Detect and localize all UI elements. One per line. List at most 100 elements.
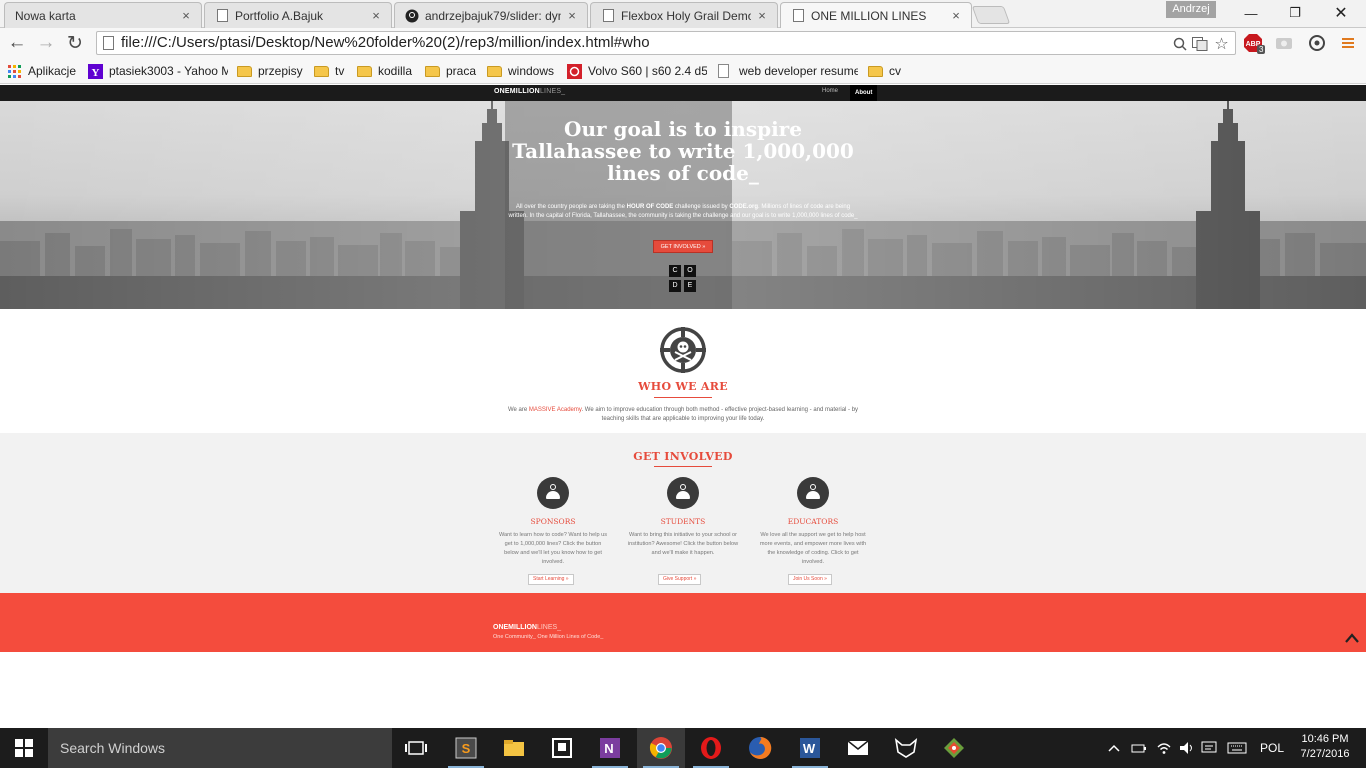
nav-link-home[interactable]: Home (822, 88, 838, 94)
tab-close-button[interactable]: × (565, 8, 579, 23)
bookmark-folder-praca[interactable]: praca (425, 62, 476, 80)
keyboard-icon[interactable] (1224, 728, 1250, 768)
tab-github-slider[interactable]: andrzejbajuk79/slider: dyn × (394, 2, 588, 28)
who-we-are-text: We are MASSIVE Academy. We aim to improv… (498, 406, 868, 424)
join-us-soon-button[interactable]: Join Us Soon » (788, 574, 832, 585)
tab-title: Nowa karta (15, 8, 76, 23)
word-icon[interactable]: W (786, 728, 834, 768)
chevron-up-icon[interactable] (1344, 631, 1360, 645)
page-icon (791, 9, 805, 23)
educators-description: We love all the support we get to help h… (759, 532, 867, 565)
bookmark-label: praca (446, 64, 477, 78)
tab-close-button[interactable]: × (369, 8, 383, 23)
chrome-icon[interactable] (637, 728, 685, 768)
new-tab-button[interactable] (971, 6, 1011, 24)
get-involved-button[interactable]: GET INVOLVED » (653, 240, 713, 253)
give-support-button[interactable]: Give Support » (658, 574, 702, 585)
taskbar-search-box[interactable]: Search Windows (48, 728, 392, 768)
bookmark-volvo[interactable]: Volvo S60 | s60 2.4 d5 (567, 62, 707, 80)
bookmark-yahoo[interactable]: Y ptasiek3003 - Yahoo M (88, 62, 228, 80)
svg-text:W: W (803, 741, 816, 756)
tab-one-million-lines[interactable]: ONE MILLION LINES × (780, 2, 972, 28)
bookmark-apps[interactable]: Aplikacje (7, 62, 76, 80)
who-we-are-section: WHO WE ARE We are MASSIVE Academy. We ai… (0, 309, 1366, 433)
nav-link-about[interactable]: About (850, 85, 878, 101)
bookmark-folder-przepisy[interactable]: przepisy (237, 62, 303, 80)
git-icon[interactable] (930, 728, 978, 768)
bookmark-folder-tv[interactable]: tv (314, 62, 344, 80)
task-view-icon[interactable] (392, 728, 440, 768)
tab-close-button[interactable]: × (755, 8, 769, 23)
profile-name[interactable]: Andrzej (1166, 1, 1216, 18)
bookmark-label: Volvo S60 | s60 2.4 d5 (588, 64, 707, 78)
tab-new-tab[interactable]: Nowa karta × (4, 2, 202, 28)
who-text-part: We are (507, 407, 529, 413)
bookmark-folder-cv[interactable]: cv (868, 62, 901, 80)
site-logo[interactable]: ONEMILLIONLINES_ (494, 88, 565, 95)
page-viewport: ONEMILLIONLINES_ Home About Our goal is … (0, 85, 1366, 728)
start-learning-button[interactable]: Start Learning » (528, 574, 574, 585)
volume-icon[interactable] (1177, 728, 1197, 768)
massive-academy-link[interactable]: MASSIVE Academy (529, 407, 582, 413)
folder-icon (237, 65, 252, 77)
sublime-text-icon[interactable]: S (442, 728, 490, 768)
footer-tagline: One Community_ One Million Lines of Code… (493, 634, 604, 640)
taskbar-clock[interactable]: 10:46 PM 7/27/2016 (1290, 732, 1360, 762)
students-title: STUDENTS (660, 517, 706, 526)
user-icon (537, 477, 569, 509)
hero-text-part: All over the country people are taking t… (515, 204, 627, 210)
minimize-icon[interactable]: — (1228, 0, 1274, 26)
address-bar[interactable]: file:///C:/Users/ptasi/Desktop/New%20fol… (96, 31, 1236, 55)
tab-close-button[interactable]: × (179, 8, 193, 23)
language-indicator[interactable]: POL (1254, 728, 1290, 768)
bookmark-label: windows (508, 64, 555, 78)
cat-app-icon[interactable] (882, 728, 930, 768)
reload-icon[interactable]: ↻ (63, 31, 87, 55)
folder-icon (425, 65, 440, 77)
folder-icon (487, 65, 502, 77)
code-org-text: CODE.org (729, 204, 759, 210)
forward-icon[interactable]: → (34, 31, 58, 55)
restore-icon[interactable]: ❐ (1272, 0, 1318, 26)
chrome-menu-icon[interactable] (1338, 33, 1358, 53)
zoom-icon[interactable] (1171, 35, 1188, 52)
bookmark-label: Aplikacje (28, 64, 77, 78)
back-icon[interactable]: ← (5, 31, 29, 55)
code-letter-c: C (669, 265, 681, 277)
get-involved-title: GET INVOLVED (633, 450, 733, 463)
bookmark-web-developer-resume[interactable]: web developer resume (718, 62, 858, 80)
tab-flexbox-demo[interactable]: Flexbox Holy Grail Demo × (590, 2, 778, 28)
notifications-icon[interactable] (1199, 728, 1219, 768)
bookmark-folder-kodilla[interactable]: kodilla (357, 62, 412, 80)
url-text[interactable]: file:///C:/Users/ptasi/Desktop/New%20fol… (121, 34, 650, 51)
hero-section: Our goal is to inspire Tallahassee to wr… (0, 101, 1366, 309)
bookmarks-bar: Aplikacje Y ptasiek3003 - Yahoo M przepi… (0, 58, 1366, 84)
tab-title: Portfolio A.Bajuk (235, 8, 324, 23)
file-explorer-icon[interactable] (490, 728, 538, 768)
page-icon (601, 9, 615, 23)
onenote-icon[interactable]: N (586, 728, 634, 768)
screen-capture-icon[interactable] (1274, 33, 1294, 53)
wifi-icon[interactable] (1153, 728, 1175, 768)
sync-extension-icon[interactable] (1307, 33, 1327, 53)
logo-bold: ONEMILLION (493, 624, 537, 631)
apps-grid-icon (8, 64, 21, 78)
tab-title: andrzejbajuk79/slider: dyn (425, 8, 561, 23)
power-icon[interactable] (1128, 728, 1150, 768)
adblock-count-badge: 3 (1257, 45, 1266, 54)
close-window-icon[interactable]: ✕ (1318, 0, 1364, 26)
hour-of-code-text: HOUR OF CODE (626, 204, 674, 210)
site-navbar: ONEMILLIONLINES_ Home About (0, 85, 1366, 101)
windows-start-icon[interactable] (0, 728, 48, 768)
tab-close-button[interactable]: × (949, 8, 963, 23)
firefox-icon[interactable] (736, 728, 784, 768)
tray-chevron-up-icon[interactable] (1104, 728, 1124, 768)
bookmark-folder-windows[interactable]: windows (487, 62, 554, 80)
bookmark-star-icon[interactable]: ☆ (1213, 35, 1230, 53)
mail-icon[interactable] (834, 728, 882, 768)
search-placeholder: Search Windows (60, 740, 166, 756)
store-icon[interactable] (538, 728, 586, 768)
tab-portfolio[interactable]: Portfolio A.Bajuk × (204, 2, 392, 28)
opera-icon[interactable] (687, 728, 735, 768)
translate-icon[interactable] (1191, 35, 1208, 52)
